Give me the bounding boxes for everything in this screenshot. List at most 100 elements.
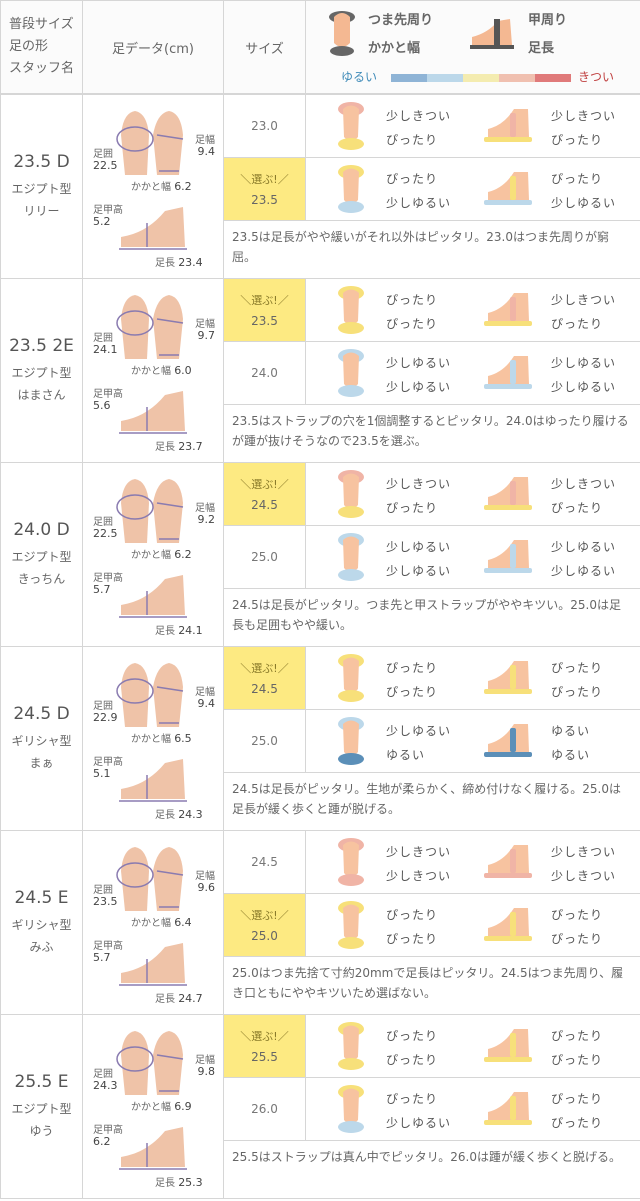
tried-size-value: 24.5 bbox=[251, 682, 278, 696]
heel-value: 6.0 bbox=[174, 364, 192, 377]
legend: つま先周り かかと幅 甲周り 足長 ゆるい きつい bbox=[305, 0, 640, 94]
width-value: 9.8 bbox=[197, 1065, 216, 1078]
foot-side-photo bbox=[119, 207, 187, 250]
toe-girth-value: 24.1 bbox=[93, 343, 118, 356]
tried-size-value: 24.0 bbox=[251, 366, 278, 381]
foot-type: エジプト型 bbox=[11, 181, 72, 196]
toe-heel-foot-icon bbox=[338, 1085, 364, 1134]
toe-heel-foot-icon bbox=[338, 286, 364, 334]
length-fit: 少しゆるい bbox=[551, 564, 617, 579]
foot-top-photo bbox=[116, 479, 184, 543]
tight-label: きつい bbox=[578, 70, 615, 84]
staff-cell: 24.5 E ギリシャ型 みふ bbox=[0, 830, 83, 1015]
header-foot-data: 足データ(cm) bbox=[82, 0, 224, 94]
instep-fit: ぴったり bbox=[551, 1029, 604, 1043]
toe-fit: 少しゆるい bbox=[386, 356, 452, 371]
toe-heel-foot-icon bbox=[338, 470, 364, 518]
foot-data-cell: 足囲 24.1 足幅 9.7 かかと幅 6.0 足甲高 5.6 足長 23.7 bbox=[82, 278, 224, 463]
fit-comment: 24.5は足長がピッタリ。つま先と甲ストラップがややキツい。25.0は足長も足囲… bbox=[223, 588, 640, 647]
choose-badge: ＼選ぶ!／ bbox=[240, 1030, 289, 1043]
tried-size-value: 25.5 bbox=[251, 1050, 278, 1064]
instep-length-foot-icon bbox=[484, 1029, 532, 1062]
length-fit: 少しゆるい bbox=[551, 380, 617, 395]
instep-value: 5.2 bbox=[93, 215, 111, 228]
instep-fit: ゆるい bbox=[551, 724, 591, 739]
heel-fit: 少しゆるい bbox=[386, 380, 452, 395]
instep-length-foot-icon bbox=[484, 661, 532, 694]
width-value: 9.4 bbox=[197, 145, 216, 158]
tried-size-value: 24.5 bbox=[251, 498, 278, 512]
staff-name: リリー bbox=[23, 203, 60, 218]
fit-result: 少しきつい ぴったり 少しきつい ぴったり bbox=[305, 461, 640, 527]
choose-badge: ＼選ぶ!／ bbox=[240, 294, 289, 307]
length-fit: ぴったり bbox=[551, 685, 604, 699]
staff-name: みふ bbox=[29, 939, 54, 954]
header-row: 普段サイズ 足の形 スタッフ名 足データ(cm) サイズ つま先周り かかと幅 bbox=[0, 0, 640, 94]
staff-name: ゆう bbox=[29, 1123, 54, 1138]
usual-size: 24.0 D bbox=[13, 519, 70, 540]
usual-size: 24.5 D bbox=[13, 703, 70, 724]
instep-length-foot-icon bbox=[484, 293, 532, 326]
heel-fit: 少しゆるい bbox=[386, 196, 452, 211]
toe-foot-icon bbox=[329, 11, 355, 56]
fit-result: 少しゆるい ゆるい ゆるい ゆるい bbox=[305, 709, 640, 774]
tried-size-value: 23.0 bbox=[251, 119, 278, 133]
length-value: 24.1 bbox=[178, 624, 203, 637]
foot-top-photo bbox=[116, 663, 184, 727]
toe-girth-value: 22.5 bbox=[93, 527, 118, 540]
tried-size-value: 25.0 bbox=[251, 734, 278, 749]
foot-top-photo bbox=[116, 295, 184, 359]
header-size: サイズ bbox=[223, 0, 306, 94]
heel-fit: ぴったり bbox=[386, 685, 439, 699]
fit-result: ぴったり 少しゆるい ぴったり ぴったり bbox=[305, 1077, 640, 1142]
foot-data-cell: 足囲 22.5 足幅 9.4 かかと幅 6.2 足甲高 5.2 足長 23.4 bbox=[82, 94, 224, 279]
tried-size: 25.0 bbox=[223, 709, 306, 774]
width-value: 9.6 bbox=[197, 881, 216, 894]
foot-type: エジプト型 bbox=[11, 1101, 72, 1116]
length-fit: ぴったり bbox=[551, 133, 604, 147]
toe-fit: 少しきつい bbox=[386, 109, 452, 123]
fit-result: 少しきつい 少しきつい 少しきつい 少しきつい bbox=[305, 829, 640, 895]
instep-value: 5.7 bbox=[93, 583, 111, 596]
length-value: 23.4 bbox=[178, 256, 203, 269]
heel-value: 6.2 bbox=[174, 180, 192, 193]
toe-girth-value: 23.5 bbox=[93, 895, 118, 908]
instep-fit: 少しきつい bbox=[551, 845, 617, 859]
side-foot-icon bbox=[470, 19, 514, 49]
heel-value: 6.5 bbox=[174, 732, 192, 745]
instep-fit: ぴったり bbox=[551, 1092, 604, 1107]
foot-side-photo bbox=[119, 759, 187, 802]
toe-heel-foot-icon bbox=[338, 717, 364, 766]
toe-fit: ぴったり bbox=[386, 293, 439, 307]
width-value: 9.7 bbox=[197, 329, 216, 342]
staff-cell: 24.5 D ギリシャ型 まぁ bbox=[0, 646, 83, 831]
length-fit: ぴったり bbox=[551, 932, 604, 947]
size-row: 24.0 D エジプト型 きっちん 足囲 22.5 足幅 9.2 かかと幅 6.2 … bbox=[0, 461, 640, 647]
header-staff: 普段サイズ 足の形 スタッフ名 bbox=[0, 0, 83, 94]
toe-heel-foot-icon bbox=[338, 102, 364, 150]
length-fit: 少しきつい bbox=[551, 869, 617, 883]
fit-comment: 25.0はつま先捨て寸約20mmで足長はピッタリ。24.5はつま先周り、履き口と… bbox=[223, 956, 640, 1015]
instep-length-foot-icon bbox=[484, 1092, 532, 1126]
fit-comment: 25.5はストラップは真ん中でピッタリ。26.0は踵が緩く歩くと脱げる。 bbox=[223, 1140, 640, 1199]
instep-fit: 少しゆるい bbox=[551, 540, 617, 555]
foot-top-photo bbox=[116, 847, 184, 911]
instep-length-foot-icon bbox=[484, 724, 532, 758]
tried-size-value: 23.5 bbox=[251, 193, 278, 208]
tried-size: ＼選ぶ!／ 25.0 bbox=[223, 893, 306, 958]
heel-fit: 少しきつい bbox=[386, 869, 452, 883]
staff-table: 23.5 D エジプト型 リリー 足囲 22.5 足幅 9.4 かかと幅 6.2 足… bbox=[0, 93, 640, 1199]
foot-side-photo bbox=[119, 1127, 187, 1170]
tried-size: 23.0 bbox=[223, 93, 306, 159]
toe-fit: ぴったり bbox=[386, 661, 439, 675]
foot-side-photo bbox=[119, 943, 187, 986]
width-value: 9.4 bbox=[197, 697, 216, 710]
size-row: 24.5 D ギリシャ型 まぁ 足囲 22.9 足幅 9.4 かかと幅 6.5 足甲… bbox=[0, 645, 640, 831]
tried-size: 25.0 bbox=[223, 525, 306, 590]
toe-fit: 少しゆるい bbox=[386, 540, 452, 555]
usual-size: 25.5 E bbox=[14, 1071, 69, 1092]
instep-value: 6.2 bbox=[93, 1135, 111, 1148]
fit-result: ぴったり ぴったり ぴったり ぴったり bbox=[305, 1013, 640, 1079]
tried-size-value: 25.0 bbox=[251, 929, 278, 944]
fit-result: ぴったり 少しゆるい ぴったり 少しゆるい bbox=[305, 157, 640, 222]
